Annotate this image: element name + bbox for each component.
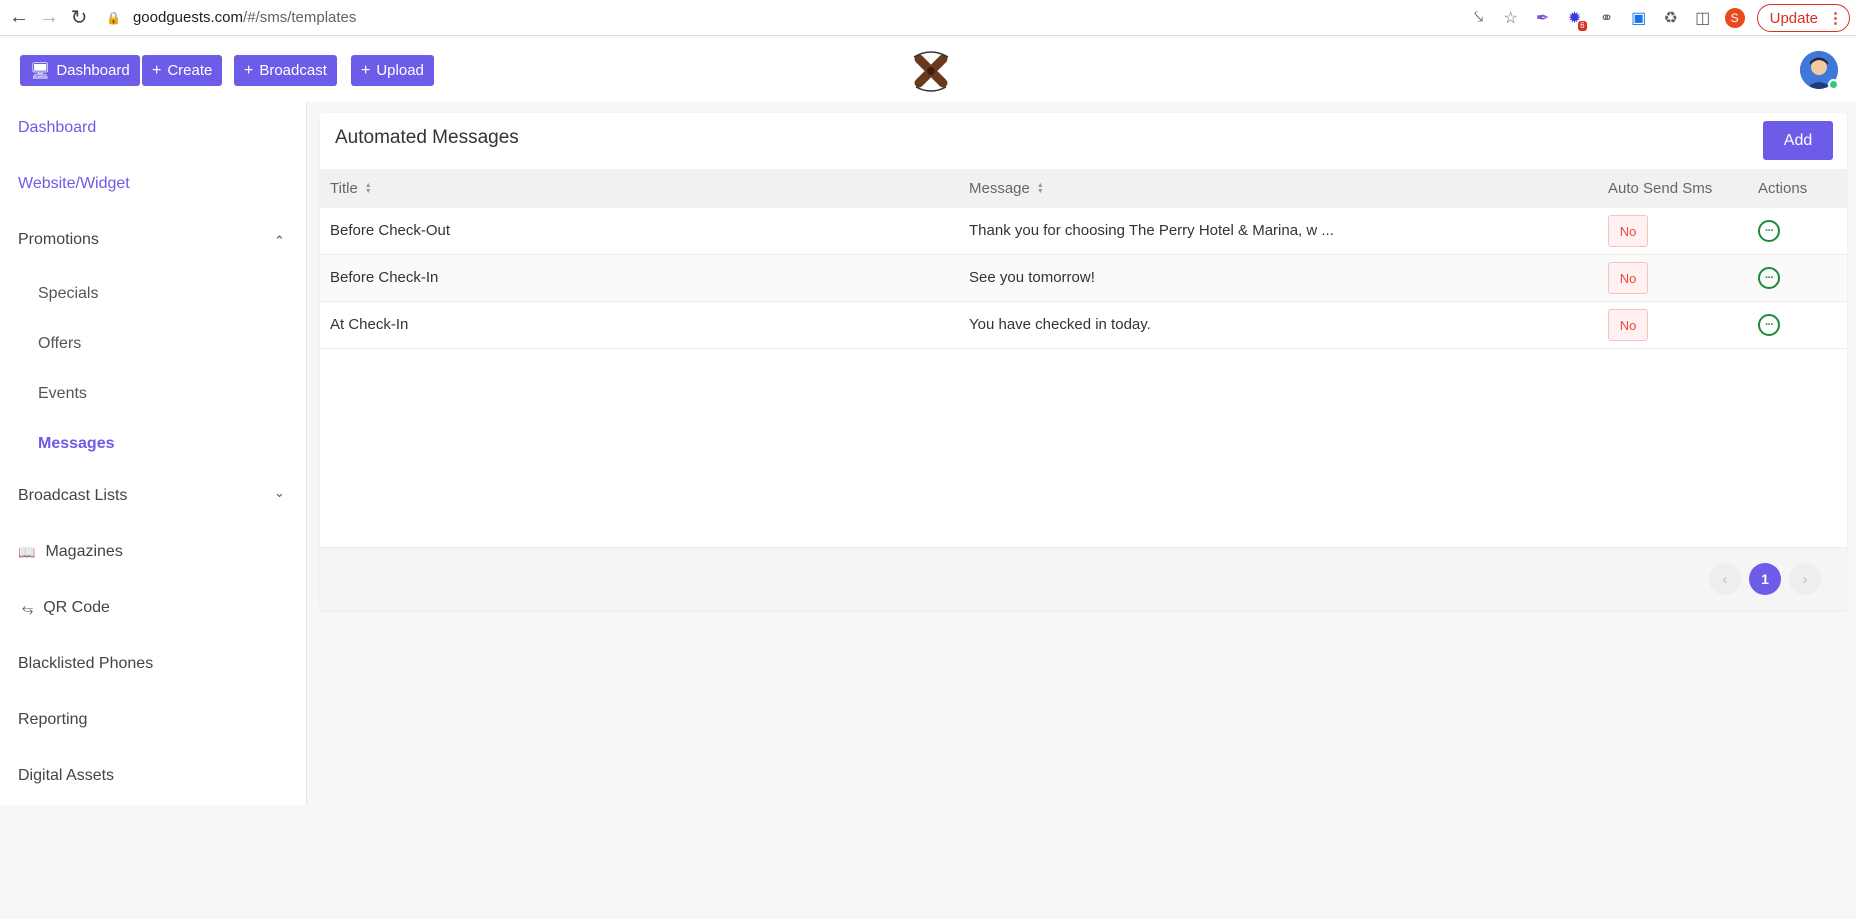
reload-icon[interactable]: ↻ xyxy=(64,3,94,33)
sidebar-item-label: Magazines xyxy=(45,543,123,560)
column-message[interactable]: Message ▲ ▼ xyxy=(969,180,1044,197)
next-page-button[interactable]: › xyxy=(1789,563,1821,595)
url-path: /#/sms/templates xyxy=(243,9,357,26)
online-status-dot xyxy=(1828,79,1839,90)
column-actions: Actions xyxy=(1758,180,1808,197)
more-actions-icon[interactable]: ··· xyxy=(1758,220,1780,242)
sidebar-item-messages[interactable]: Messages xyxy=(38,435,115,453)
circle-extension-icon[interactable]: ⚭ xyxy=(1591,2,1623,34)
auto-send-badge: No xyxy=(1608,309,1648,341)
share-icon[interactable]: ⤥ xyxy=(1463,2,1495,34)
sidebar-item-label: Blacklisted Phones xyxy=(18,655,154,672)
book-icon: 📖 xyxy=(18,543,36,560)
table-row[interactable]: Before Check-In See you tomorrow! No ··· xyxy=(320,255,1847,302)
more-actions-icon[interactable]: ··· xyxy=(1758,314,1780,336)
star-icon[interactable]: ☆ xyxy=(1495,2,1527,34)
broadcast-button-label: Broadcast xyxy=(259,62,327,79)
pagination-bar: ‹ 1 › xyxy=(320,547,1847,610)
plus-icon: + xyxy=(244,61,254,79)
plus-icon: + xyxy=(361,61,371,79)
sort-icon: ▲ ▼ xyxy=(364,181,372,195)
back-icon[interactable]: ← xyxy=(4,3,34,33)
create-button-label: Create xyxy=(167,62,213,79)
sidebar-item-label: Website/Widget xyxy=(18,175,130,192)
broadcast-button[interactable]: + Broadcast xyxy=(234,55,337,86)
app-header: 🖥 Dashboard + Create + Broadcast + Upload xyxy=(0,37,1856,102)
puzzle-icon[interactable]: ♻ xyxy=(1655,2,1687,34)
add-button[interactable]: Add xyxy=(1763,121,1833,160)
sidebar-item-magazines[interactable]: 📖 Magazines xyxy=(18,543,123,561)
sidebar-item-offers[interactable]: Offers xyxy=(38,335,81,353)
row-message: Thank you for choosing The Perry Hotel &… xyxy=(969,222,1334,239)
prev-page-button[interactable]: ‹ xyxy=(1709,563,1741,595)
sidebar-item-digital-assets[interactable]: Digital Assets xyxy=(18,767,114,785)
page-title: Automated Messages xyxy=(335,127,519,148)
lock-icon: 🔒 xyxy=(106,10,121,25)
sidebar-item-specials[interactable]: Specials xyxy=(38,285,98,303)
chevron-down-icon[interactable]: ⌄ xyxy=(274,485,285,501)
sidebar-item-label: Promotions xyxy=(18,231,99,248)
row-message: You have checked in today. xyxy=(969,316,1151,333)
upload-button[interactable]: + Upload xyxy=(351,55,434,86)
row-title: Before Check-In xyxy=(330,269,439,286)
share-nodes-icon: ⥃ xyxy=(22,599,34,616)
sidebar-item-qr-code[interactable]: ⥃ QR Code xyxy=(22,599,110,617)
sidebar-item-label: Broadcast Lists xyxy=(18,487,128,504)
column-title[interactable]: Title ▲ ▼ xyxy=(330,180,372,197)
sidebar-item-reporting[interactable]: Reporting xyxy=(18,711,87,729)
sidebar-item-promotions[interactable]: Promotions xyxy=(18,231,99,249)
extension-badge: 6 xyxy=(1578,21,1587,31)
sidebar-item-dashboard[interactable]: Dashboard xyxy=(18,119,96,137)
update-label: Update xyxy=(1769,9,1818,27)
sidebar-item-label: QR Code xyxy=(43,599,110,616)
monitor-icon: 🖥 xyxy=(30,62,51,80)
sidebar-item-website-widget[interactable]: Website/Widget xyxy=(18,175,130,193)
dashboard-button[interactable]: 🖥 Dashboard xyxy=(20,55,140,86)
table-row[interactable]: Before Check-Out Thank you for choosing … xyxy=(320,208,1847,255)
browser-toolbar: ← → ↻ 🔒 goodguests.com/#/sms/templates ⤥… xyxy=(0,0,1856,36)
auto-send-badge: No xyxy=(1608,215,1648,247)
sidebar-item-blacklisted-phones[interactable]: Blacklisted Phones xyxy=(18,655,153,673)
column-message-label: Message xyxy=(969,180,1030,197)
automated-messages-card: Automated Messages Add Title ▲ ▼ Message … xyxy=(320,113,1847,610)
more-icon: ⋮ xyxy=(1828,10,1843,27)
chevron-up-icon[interactable]: ⌃ xyxy=(274,233,285,249)
sidebar: Dashboard Website/Widget Promotions ⌃ Sp… xyxy=(0,102,307,805)
sidebar-item-label: Reporting xyxy=(18,711,88,728)
table-header: Title ▲ ▼ Message ▲ ▼ Auto Send Sms Action… xyxy=(320,169,1847,208)
update-button[interactable]: Update ⋮ xyxy=(1756,4,1850,32)
sidebar-item-label: Dashboard xyxy=(18,119,97,136)
profile-button[interactable]: S xyxy=(1719,2,1751,34)
plus-icon: + xyxy=(152,61,162,79)
sort-icon: ▲ ▼ xyxy=(1036,181,1044,195)
auto-send-badge: No xyxy=(1608,262,1648,294)
more-actions-icon[interactable]: ··· xyxy=(1758,267,1780,289)
forward-icon[interactable]: → xyxy=(34,3,64,33)
dashboard-button-label: Dashboard xyxy=(56,62,130,79)
sidebar-item-label: Digital Assets xyxy=(18,767,115,784)
page-background xyxy=(0,805,1856,919)
sidebar-item-events[interactable]: Events xyxy=(38,385,87,403)
url-host: goodguests.com xyxy=(132,9,244,26)
create-button[interactable]: + Create xyxy=(142,55,223,86)
page-1-button[interactable]: 1 xyxy=(1749,563,1781,595)
row-title: At Check-In xyxy=(330,316,409,333)
upload-button-label: Upload xyxy=(376,62,424,79)
sidepanel-icon[interactable]: ◫ xyxy=(1687,2,1719,34)
column-title-label: Title xyxy=(330,180,358,197)
column-auto-send: Auto Send Sms xyxy=(1608,180,1713,197)
feather-extension-icon[interactable]: ✒ xyxy=(1527,2,1559,34)
profile-initial: S xyxy=(1724,8,1745,28)
row-title: Before Check-Out xyxy=(330,222,451,239)
hotel-logo xyxy=(913,51,949,92)
box-extension-icon[interactable]: ▣ xyxy=(1623,2,1655,34)
gear-extension-icon[interactable]: ✹ 6 xyxy=(1559,2,1591,34)
address-bar[interactable]: 🔒 goodguests.com/#/sms/templates xyxy=(106,9,356,26)
table-row[interactable]: At Check-In You have checked in today. N… xyxy=(320,302,1847,349)
sidebar-item-broadcast-lists[interactable]: Broadcast Lists xyxy=(18,487,127,505)
row-message: See you tomorrow! xyxy=(969,269,1095,286)
